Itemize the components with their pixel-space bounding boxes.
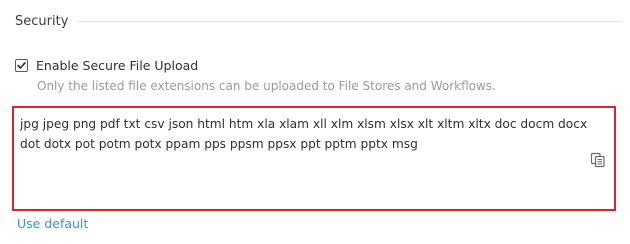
section-title: Security [15, 13, 69, 29]
secure-upload-row[interactable]: Enable Secure File Upload [15, 58, 198, 73]
copy-icon[interactable] [590, 152, 606, 168]
section-divider [78, 20, 622, 22]
use-default-link[interactable]: Use default [17, 216, 88, 231]
section-header: Security [15, 11, 622, 31]
secure-upload-label[interactable]: Enable Secure File Upload [36, 58, 198, 73]
secure-upload-help-text: Only the listed file extensions can be u… [37, 79, 496, 93]
secure-upload-checkbox[interactable] [15, 59, 28, 72]
allowed-extensions-value[interactable]: jpg jpeg png pdf txt csv json html htm x… [20, 114, 590, 154]
checkmark-icon [17, 62, 26, 69]
allowed-extensions-textarea[interactable]: jpg jpeg png pdf txt csv json html htm x… [12, 106, 616, 211]
